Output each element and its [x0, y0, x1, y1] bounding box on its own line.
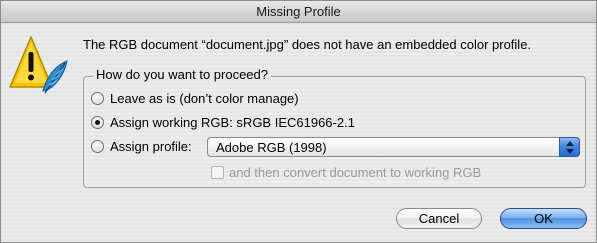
profile-select-value: Adobe RGB (1998) — [216, 140, 327, 155]
convert-checkbox — [211, 166, 224, 179]
radio-button[interactable] — [91, 140, 104, 153]
profile-select[interactable]: Adobe RGB (1998) — [207, 137, 580, 157]
options-group-title: How do you want to proceed? — [93, 67, 271, 82]
radio-button[interactable] — [91, 92, 104, 105]
dialog-window: Missing Profile The RGB document “docume… — [0, 0, 597, 243]
radio-assign-profile[interactable]: Assign profile: — [91, 139, 192, 154]
radio-label: Assign profile: — [110, 139, 192, 154]
radio-label: Leave as is (don’t color manage) — [110, 91, 299, 106]
cancel-button[interactable]: Cancel — [396, 208, 482, 229]
warning-icon — [9, 35, 77, 99]
updown-arrows-icon[interactable] — [559, 137, 580, 157]
radio-button[interactable] — [91, 116, 104, 129]
ok-button[interactable]: OK — [500, 208, 587, 229]
radio-assign-working-rgb[interactable]: Assign working RGB: sRGB IEC61966-2.1 — [91, 115, 355, 130]
alert-message: The RGB document “document.jpg” does not… — [83, 37, 532, 52]
window-title: Missing Profile — [1, 1, 596, 23]
convert-checkbox-row: and then convert document to working RGB — [211, 165, 481, 180]
convert-checkbox-label: and then convert document to working RGB — [229, 165, 482, 180]
radio-leave-as-is[interactable]: Leave as is (don’t color manage) — [91, 91, 299, 106]
radio-label: Assign working RGB: sRGB IEC61966-2.1 — [110, 115, 355, 130]
